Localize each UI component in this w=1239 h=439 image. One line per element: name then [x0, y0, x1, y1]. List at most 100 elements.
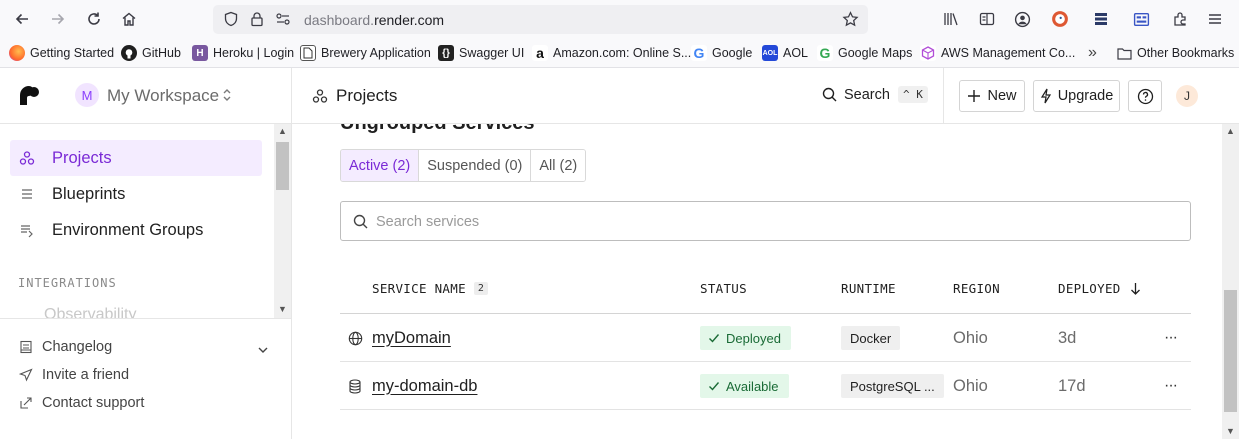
status-cell: Available: [700, 362, 789, 410]
service-search-box: [340, 201, 1191, 241]
bookmark-google[interactable]: G Google: [691, 44, 752, 62]
column-status[interactable]: STATUS: [700, 281, 747, 296]
bookmark-star-icon[interactable]: [842, 11, 859, 33]
bookmark-aol[interactable]: AOL AOL: [762, 44, 808, 62]
column-service-name[interactable]: SERVICE NAME 2: [372, 281, 489, 296]
tab-suspended[interactable]: Suspended (0): [418, 150, 531, 181]
contact-support-link[interactable]: Contact support: [18, 395, 144, 411]
workspace-name[interactable]: My Workspace: [107, 86, 219, 106]
sidebar-scrollbar[interactable]: ▲ ▼: [274, 124, 291, 318]
extension-stack-icon[interactable]: [1090, 8, 1112, 30]
tab-active[interactable]: Active (2): [341, 150, 419, 181]
more-options-icon[interactable]: ···: [1164, 314, 1178, 362]
invite-friend-link[interactable]: Invite a friend: [18, 367, 129, 383]
bookmark-label: Google Maps: [838, 46, 913, 60]
column-label: DEPLOYED: [1058, 281, 1121, 296]
bookmark-google-maps[interactable]: G Google Maps: [817, 44, 912, 62]
sidebar-scroll-thumb[interactable]: [276, 142, 289, 190]
bookmark-aws[interactable]: AWS Management Co...: [920, 44, 1075, 62]
status-text: Deployed: [726, 330, 781, 346]
firefox-icon: [9, 45, 25, 61]
service-name-link[interactable]: my-domain-db: [372, 362, 477, 410]
status-badge: Available: [700, 374, 789, 398]
scroll-down-icon[interactable]: ▼: [1225, 426, 1236, 437]
bookmark-label: Amazon.com: Online S...: [553, 46, 692, 60]
scroll-up-icon[interactable]: ▲: [1225, 126, 1236, 137]
duckduckgo-icon[interactable]: [1049, 8, 1071, 30]
lock-icon[interactable]: [249, 11, 265, 32]
bookmark-github[interactable]: GitHub: [121, 44, 181, 62]
user-avatar[interactable]: J: [1176, 85, 1198, 107]
column-runtime[interactable]: RUNTIME: [841, 281, 896, 296]
upgrade-button[interactable]: Upgrade: [1033, 80, 1120, 112]
new-button[interactable]: New: [959, 80, 1025, 112]
permissions-icon[interactable]: [275, 11, 291, 32]
region-cell: Ohio: [953, 376, 988, 395]
forward-icon[interactable]: [44, 6, 72, 32]
google-icon: G: [691, 45, 707, 61]
bookmark-getting-started[interactable]: Getting Started: [9, 44, 114, 62]
address-bar[interactable]: dashboard.render.com: [213, 5, 868, 34]
help-button[interactable]: [1128, 80, 1162, 112]
more-options-icon[interactable]: ···: [1164, 362, 1178, 410]
bookmark-label: Swagger UI: [459, 46, 525, 60]
tab-all[interactable]: All (2): [530, 150, 586, 181]
main-scroll-thumb[interactable]: [1224, 290, 1237, 412]
back-icon[interactable]: [8, 6, 36, 32]
service-name: myDomain: [372, 328, 451, 347]
send-icon: [18, 368, 34, 382]
bookmarks-overflow-button[interactable]: »: [1088, 44, 1097, 62]
search-shortcut-badge: ^ K: [897, 86, 928, 103]
extensions-icon[interactable]: [1169, 8, 1191, 30]
home-icon[interactable]: [115, 6, 143, 32]
changelog-link[interactable]: Changelog: [18, 339, 112, 355]
scroll-up-icon[interactable]: ▲: [277, 126, 288, 137]
browser-toolbar: dashboard.render.com: [0, 0, 1239, 38]
bookmark-label: Other Bookmarks: [1137, 46, 1235, 60]
menu-icon[interactable]: [1204, 8, 1226, 30]
library-icon[interactable]: [940, 8, 962, 30]
projects-icon: [312, 88, 328, 104]
bookmark-amazon[interactable]: a Amazon.com: Online S...: [532, 44, 691, 62]
table-row[interactable]: myDomain Deployed Docker Ohio 3d ···: [340, 314, 1191, 362]
bookmark-brewery-application[interactable]: Brewery Application: [300, 44, 431, 62]
column-deployed[interactable]: DEPLOYED: [1058, 281, 1141, 296]
bookmark-swagger-ui[interactable]: {} Swagger UI: [438, 44, 524, 62]
table-row[interactable]: my-domain-db Available PostgreSQL ... Oh…: [340, 362, 1191, 410]
main-scrollbar[interactable]: ▲ ▼: [1222, 124, 1239, 439]
account-icon[interactable]: [1011, 8, 1033, 30]
global-search-button[interactable]: Search ^ K: [822, 86, 928, 103]
service-name: my-domain-db: [372, 376, 478, 395]
service-filter-tabs: Active (2) Suspended (0) All (2): [340, 149, 587, 182]
workspace-avatar[interactable]: M: [75, 83, 99, 107]
reload-icon[interactable]: [80, 6, 108, 32]
bookmark-heroku[interactable]: H Heroku | Login: [192, 44, 294, 62]
shield-icon[interactable]: [223, 11, 239, 32]
url-text[interactable]: dashboard.render.com: [304, 12, 444, 28]
extension-panel-icon[interactable]: [1130, 8, 1152, 30]
external-link-icon: [18, 396, 34, 410]
render-logo-icon[interactable]: [18, 84, 42, 108]
sidebar-footer: Changelog Invite a friend Contact suppor…: [0, 318, 291, 439]
aol-icon: AOL: [762, 45, 778, 61]
sidebar-item-blueprints[interactable]: Blueprints: [10, 176, 262, 212]
bookmark-label: GitHub: [142, 46, 181, 60]
aws-icon: [920, 45, 936, 61]
search-services-input[interactable]: [376, 211, 1156, 233]
status-cell: Deployed: [700, 314, 791, 362]
service-name-link[interactable]: myDomain: [372, 314, 451, 362]
scroll-down-icon[interactable]: ▼: [277, 304, 288, 315]
sidebar-item-observability[interactable]: Observability: [44, 306, 136, 318]
deployed-cell: 3d: [1058, 328, 1077, 347]
reader-view-icon[interactable]: [976, 8, 998, 30]
status-badge: Deployed: [700, 326, 791, 350]
chevron-down-icon[interactable]: [256, 343, 270, 362]
other-bookmarks-folder[interactable]: Other Bookmarks: [1116, 44, 1234, 62]
github-icon: [121, 45, 137, 61]
sidebar-item-environment-groups[interactable]: Environment Groups: [10, 212, 262, 248]
render-dashboard: M My Workspace Projects Blueprints Envir…: [0, 68, 1239, 439]
bookmark-label: AWS Management Co...: [941, 46, 1076, 60]
sidebar-item-projects[interactable]: Projects: [10, 140, 262, 176]
chevron-up-down-icon[interactable]: [221, 87, 233, 108]
column-region[interactable]: REGION: [953, 281, 1000, 296]
